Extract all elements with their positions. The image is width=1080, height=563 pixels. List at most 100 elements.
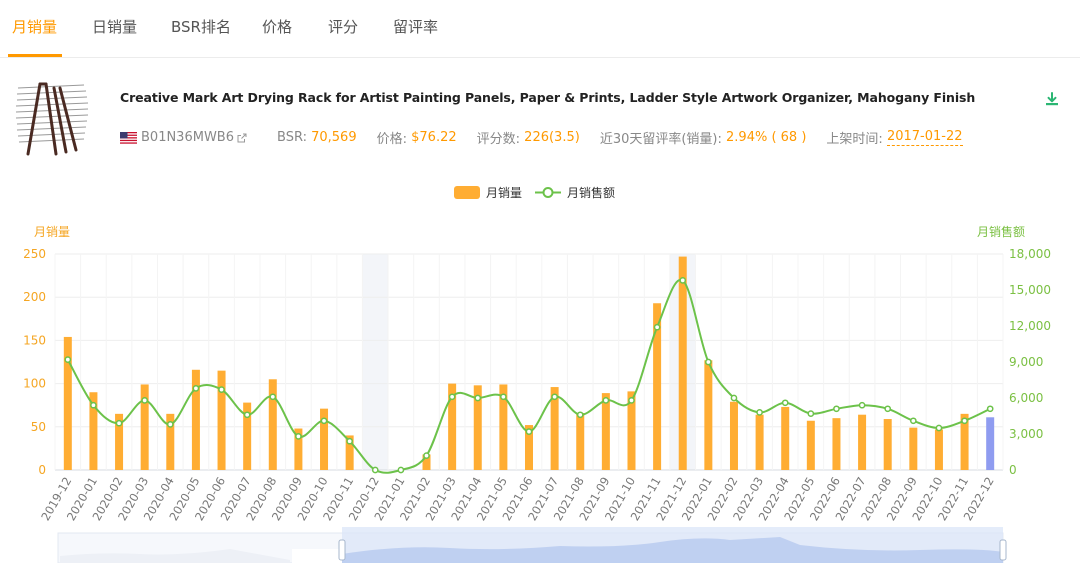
revenue-point[interactable] [653, 323, 661, 331]
sales-bar[interactable] [345, 435, 354, 470]
revenue-point[interactable] [218, 386, 225, 393]
sales-bar[interactable] [115, 413, 124, 470]
sales-bar[interactable] [63, 336, 72, 470]
revenue-point[interactable] [602, 397, 610, 404]
revenue-point[interactable] [448, 393, 456, 401]
sales-bar[interactable] [550, 387, 559, 470]
revenue-point[interactable] [730, 394, 738, 402]
revenue-point[interactable] [705, 358, 712, 366]
sales-bar[interactable] [806, 420, 815, 470]
revenue-point[interactable] [192, 385, 200, 392]
sales-bar[interactable] [243, 402, 252, 470]
sales-bar[interactable] [320, 408, 329, 470]
sales-bar[interactable] [601, 393, 610, 470]
sales-bar[interactable] [653, 303, 662, 470]
revenue-point[interactable] [243, 411, 251, 419]
tab-price[interactable]: 价格 [262, 16, 292, 37]
sales-bar[interactable] [422, 454, 431, 470]
year-band [362, 254, 389, 470]
revenue-point[interactable] [961, 417, 968, 425]
revenue-point[interactable] [115, 419, 123, 427]
revenue-point[interactable] [320, 417, 328, 425]
tab-review-rate[interactable]: 留评率 [393, 16, 438, 37]
us-flag-icon [120, 131, 137, 144]
revenue-point[interactable] [935, 424, 943, 432]
x-axis-tick: 2022-09 [884, 475, 920, 524]
sales-bar[interactable] [729, 401, 738, 470]
product-thumbnail[interactable] [14, 80, 90, 158]
revenue-point[interactable] [269, 393, 277, 401]
revenue-point[interactable] [295, 433, 302, 440]
sales-bar[interactable] [191, 369, 200, 470]
sales-bar[interactable] [166, 413, 175, 470]
listed-date-value[interactable]: 2017-01-22 [886, 129, 963, 146]
sales-bar[interactable] [473, 385, 482, 470]
sales-bar[interactable] [627, 391, 636, 470]
revenue-point[interactable] [833, 405, 840, 413]
asin[interactable]: B01N36MWB6 [141, 130, 234, 145]
revenue-point[interactable] [781, 399, 789, 407]
chart-legend[interactable]: 月销量 月销售额 [454, 185, 615, 200]
revenue-point[interactable] [576, 411, 584, 419]
x-axis-tick: 2020-08 [243, 475, 279, 524]
tab-daily-sales[interactable]: 日销量 [92, 16, 137, 37]
sales-bar[interactable] [525, 425, 533, 470]
revenue-point[interactable] [858, 401, 866, 409]
tab-rating[interactable]: 评分 [328, 16, 358, 37]
revenue-point[interactable] [371, 466, 379, 474]
sales-bar[interactable] [704, 360, 713, 470]
sales-bar[interactable] [934, 429, 943, 470]
sales-bar[interactable] [781, 406, 790, 470]
zoom-handle-left[interactable] [338, 539, 346, 561]
tab-bsr-rank[interactable]: BSR排名 [171, 16, 231, 37]
external-link-icon[interactable] [237, 133, 247, 143]
zoom-slider[interactable] [57, 527, 1007, 563]
revenue-point[interactable] [141, 397, 149, 404]
sales-bar[interactable] [832, 418, 841, 470]
revenue-point[interactable] [166, 421, 174, 428]
revenue-point[interactable] [884, 405, 892, 413]
sales-bar[interactable] [986, 417, 995, 470]
sales-bar[interactable] [294, 428, 303, 470]
x-axis-tick: 2020-03 [115, 475, 151, 524]
product-title[interactable]: Creative Mark Art Drying Rack for Artist… [120, 90, 975, 105]
sales-bar[interactable] [678, 256, 687, 470]
zoom-handle-right[interactable] [999, 539, 1007, 561]
sales-bar[interactable] [448, 383, 457, 470]
revenue-point[interactable] [679, 277, 687, 284]
left-axis-tick: 200 [23, 290, 46, 304]
legend-bar-swatch[interactable] [454, 186, 480, 199]
revenue-point[interactable] [397, 466, 405, 474]
legend-monthly-sales[interactable]: 月销量 [486, 186, 522, 200]
revenue-point[interactable] [909, 417, 917, 425]
revenue-point[interactable] [500, 393, 507, 401]
revenue-point[interactable] [986, 405, 994, 413]
sales-bar[interactable] [755, 414, 764, 470]
x-axis-tick: 2021-05 [474, 475, 510, 524]
revenue-point[interactable] [525, 428, 533, 435]
revenue-point[interactable] [756, 409, 763, 416]
revenue-point[interactable] [628, 397, 635, 404]
revenue-point[interactable] [474, 394, 482, 402]
download-icon[interactable] [1044, 91, 1060, 107]
revenue-point[interactable] [346, 437, 353, 445]
revenue-point[interactable] [807, 410, 815, 417]
sales-bar[interactable] [89, 392, 98, 470]
sales-bar[interactable] [268, 379, 277, 470]
sales-bar[interactable] [858, 414, 867, 470]
legend-line-marker[interactable] [542, 187, 554, 198]
revenue-point[interactable] [423, 452, 430, 459]
sales-bar[interactable] [883, 419, 892, 470]
revenue-point[interactable] [551, 393, 558, 401]
legend-monthly-revenue[interactable]: 月销售额 [567, 185, 615, 200]
tab-monthly-sales[interactable]: 月销量 [12, 16, 57, 37]
sales-bar[interactable] [960, 413, 969, 470]
sales-bar[interactable] [217, 370, 226, 470]
sales-bar[interactable] [909, 427, 918, 470]
x-axis-tick: 2021-09 [576, 475, 612, 524]
sales-bar[interactable] [140, 384, 149, 470]
sales-bar[interactable] [576, 412, 585, 470]
revenue-point[interactable] [64, 356, 72, 363]
revenue-point[interactable] [90, 401, 97, 409]
sales-bar[interactable] [499, 384, 508, 470]
